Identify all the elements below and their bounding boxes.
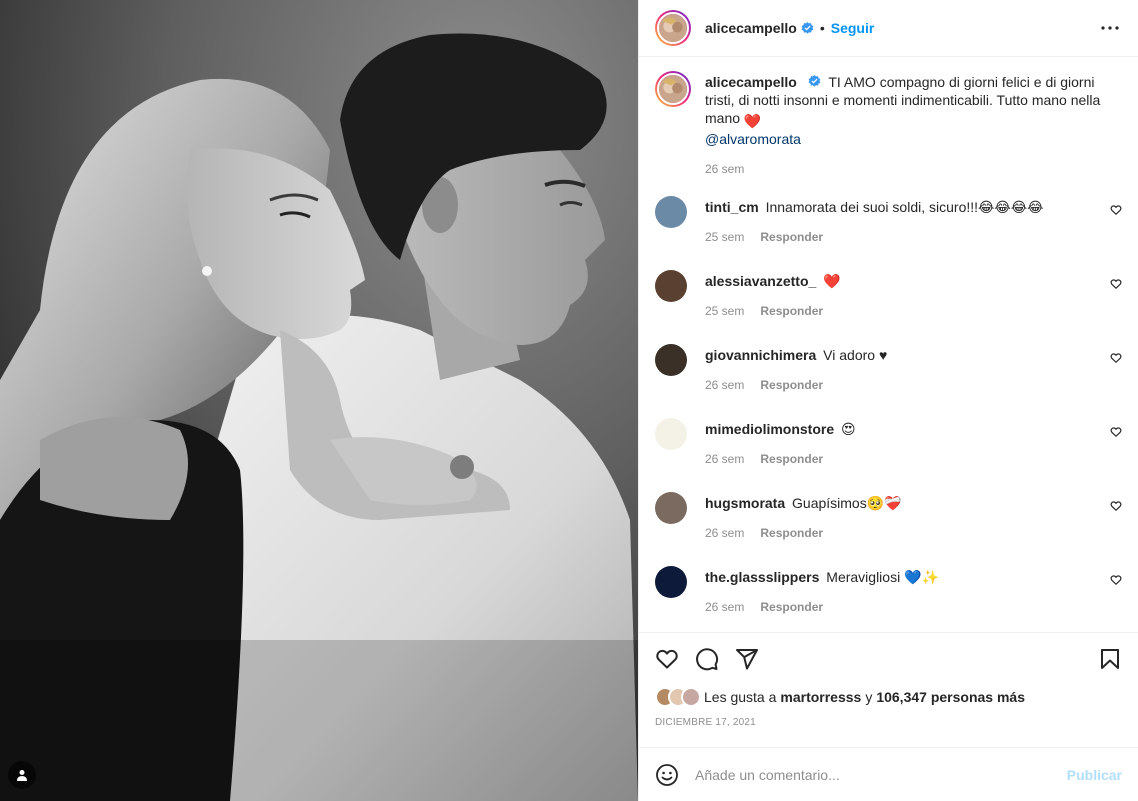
author-username[interactable]: alicecampello xyxy=(705,20,797,36)
comment-text: Guapísimos🥺❤️‍🩹 xyxy=(792,495,902,511)
author-avatar-image xyxy=(659,14,687,42)
commenter-username[interactable]: mimediolimonstore xyxy=(705,421,834,437)
comment-text-block: hugsmorata Guapísimos🥺❤️‍🩹 xyxy=(705,494,1092,512)
publish-button[interactable]: Publicar xyxy=(1067,767,1122,783)
author-avatar[interactable] xyxy=(655,10,691,46)
comment-time[interactable]: 26 sem xyxy=(705,600,744,614)
comment-time[interactable]: 26 sem xyxy=(705,452,744,466)
caption-time[interactable]: 26 sem xyxy=(705,162,744,176)
comments-list[interactable]: alicecampello TI AMO compagno di giorni … xyxy=(639,57,1138,632)
comment-row: hugsmorata Guapísimos🥺❤️‍🩹 26 sem Responde… xyxy=(655,492,1122,568)
comment-text-block: mimediolimonstore 😍 xyxy=(705,420,1092,438)
liker-avatar xyxy=(681,687,701,707)
commenter-username[interactable]: tinti_cm xyxy=(705,199,759,215)
couple-photo xyxy=(0,0,638,801)
more-options-button[interactable] xyxy=(1098,16,1122,40)
post-actions-section: Les gusta a martorresss y 106,347 person… xyxy=(639,632,1138,747)
likes-prefix: Les gusta a xyxy=(704,689,777,705)
comment-row: alessiavanzetto_ ❤️ 25 sem Responder xyxy=(655,270,1122,346)
commenter-username[interactable]: alessiavanzetto_ xyxy=(705,273,816,289)
comment-time[interactable]: 26 sem xyxy=(705,378,744,392)
comment-time[interactable]: 26 sem xyxy=(705,526,744,540)
comment-row: mimediolimonstore 😍 26 sem Responder xyxy=(655,418,1122,494)
comment-row: giovannichimera Vi adoro ♥ 26 sem Responde… xyxy=(655,344,1122,420)
commenter-avatar[interactable] xyxy=(655,344,687,376)
caption-username[interactable]: alicecampello xyxy=(705,74,797,90)
comment-like-icon[interactable] xyxy=(1110,426,1122,438)
comment-meta: 26 sem Responder xyxy=(705,378,1092,392)
comment-like-icon[interactable] xyxy=(1110,500,1122,512)
post-header: alicecampello • Seguir xyxy=(639,0,1138,57)
comment-row: tinti_cm Innamorata dei suoi soldi, sicu… xyxy=(655,196,1122,272)
comment-text: ❤️ xyxy=(823,273,841,289)
post-date[interactable]: DICIEMBRE 17, 2021 xyxy=(655,717,1122,747)
verified-badge-icon xyxy=(808,75,821,87)
comment-text: Meravigliosi 💙✨ xyxy=(826,569,939,585)
commenter-username[interactable]: giovannichimera xyxy=(705,347,816,363)
comment-text-block: tinti_cm Innamorata dei suoi soldi, sicu… xyxy=(705,198,1092,216)
save-icon[interactable] xyxy=(1098,647,1122,671)
follow-button[interactable]: Seguir xyxy=(831,20,875,36)
verified-badge-icon xyxy=(801,21,814,34)
reply-button[interactable]: Responder xyxy=(760,600,823,614)
caption-author-avatar[interactable] xyxy=(655,71,691,107)
reply-button[interactable]: Responder xyxy=(760,230,823,244)
header-separator: • xyxy=(819,20,825,36)
caption-meta: 26 sem xyxy=(705,162,1112,176)
caption-mention-link[interactable]: @alvaromorata xyxy=(705,131,801,147)
reply-button[interactable]: Responder xyxy=(760,378,823,392)
liker-avatars xyxy=(655,687,701,707)
commenter-username[interactable]: the.glassslippers xyxy=(705,569,819,585)
commenter-avatar[interactable] xyxy=(655,566,687,598)
likes-joiner: y xyxy=(865,689,873,705)
reply-button[interactable]: Responder xyxy=(760,526,823,540)
share-icon[interactable] xyxy=(735,647,759,671)
comment-meta: 25 sem Responder xyxy=(705,304,1092,318)
comment-meta: 26 sem Responder xyxy=(705,526,1092,540)
reply-button[interactable]: Responder xyxy=(760,304,823,318)
commenter-avatar[interactable] xyxy=(655,418,687,450)
comment-time[interactable]: 25 sem xyxy=(705,230,744,244)
comment-time[interactable]: 25 sem xyxy=(705,304,744,318)
post-container: alicecampello • Seguir alicecampello TI … xyxy=(0,0,1138,801)
tag-people-button[interactable] xyxy=(8,761,36,789)
comment-text: 😍 xyxy=(841,421,856,437)
action-bar xyxy=(655,633,1122,685)
comment-like-icon[interactable] xyxy=(1110,352,1122,364)
commenter-avatar[interactable] xyxy=(655,196,687,228)
emoji-icon[interactable] xyxy=(655,763,679,787)
comment-text-block: giovannichimera Vi adoro ♥ xyxy=(705,346,1092,364)
comment-text-block: alessiavanzetto_ ❤️ xyxy=(705,272,1092,290)
more-options-icon xyxy=(1101,26,1119,30)
comment-input[interactable] xyxy=(695,766,1067,783)
likes-summary[interactable]: Les gusta a martorresss y 106,347 person… xyxy=(655,685,1122,709)
comment-like-icon[interactable] xyxy=(1110,574,1122,586)
caption-avatar-image xyxy=(659,75,687,103)
post-photo[interactable] xyxy=(0,0,638,801)
caption: alicecampello TI AMO compagno di giorni … xyxy=(655,71,1122,176)
tag-people-icon xyxy=(17,770,27,781)
caption-text-block: alicecampello TI AMO compagno di giorni … xyxy=(705,73,1112,148)
commenter-avatar[interactable] xyxy=(655,270,687,302)
comment-like-icon[interactable] xyxy=(1110,278,1122,290)
commenter-avatar[interactable] xyxy=(655,492,687,524)
comment-meta: 25 sem Responder xyxy=(705,230,1092,244)
add-comment-bar: Publicar xyxy=(639,747,1138,801)
comment-meta: 26 sem Responder xyxy=(705,452,1092,466)
red-heart-emoji: ❤️ xyxy=(743,113,762,129)
comment-meta: 26 sem Responder xyxy=(705,600,1092,614)
like-icon[interactable] xyxy=(655,647,679,671)
comment-row: the.glassslippers Meravigliosi 💙✨ 26 sem R… xyxy=(655,566,1122,632)
reply-button[interactable]: Responder xyxy=(760,452,823,466)
comment-icon[interactable] xyxy=(695,647,719,671)
comment-text: Innamorata dei suoi soldi, sicuro!!!😂😂😂😂 xyxy=(765,199,1044,215)
comment-like-icon[interactable] xyxy=(1110,204,1122,216)
post-sidebar: alicecampello • Seguir alicecampello TI … xyxy=(638,0,1138,801)
comment-text-block: the.glassslippers Meravigliosi 💙✨ xyxy=(705,568,1092,586)
likes-count-link[interactable]: 106,347 personas más xyxy=(876,689,1025,705)
comment-text: Vi adoro ♥ xyxy=(823,347,888,363)
commenter-username[interactable]: hugsmorata xyxy=(705,495,785,511)
first-liker-link[interactable]: martorresss xyxy=(780,689,861,705)
